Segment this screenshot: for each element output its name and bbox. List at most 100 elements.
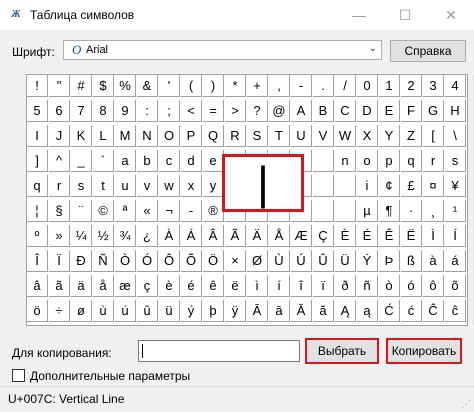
character-cell[interactable]: : [137,100,158,122]
character-cell[interactable]: L [93,125,114,147]
character-cell[interactable]: M [115,125,136,147]
character-cell[interactable]: È [335,225,356,247]
character-cell[interactable]: - [181,200,202,222]
maximize-button[interactable]: ☐ [382,0,428,30]
character-cell[interactable]: à [423,250,444,272]
character-cell[interactable]: P [181,125,202,147]
character-cell[interactable]: Ã [225,225,246,247]
character-cell[interactable]: ÿ [225,300,246,322]
character-cell[interactable]: D [357,100,378,122]
character-cell[interactable]: a [115,150,136,172]
character-cell[interactable]: - [291,75,312,97]
character-cell[interactable]: ¹ [445,200,466,222]
character-cell[interactable]: Ą [335,300,356,322]
character-cell[interactable]: c [159,150,180,172]
character-cell[interactable]: ¼ [71,225,92,247]
character-cell[interactable]: Æ [291,225,312,247]
character-cell[interactable]: ( [181,75,202,97]
character-cell[interactable] [313,150,334,172]
character-cell[interactable]: 2 [401,75,422,97]
character-cell[interactable]: * [225,75,246,97]
character-cell[interactable]: Ü [335,250,356,272]
character-cell[interactable]: ć [401,300,422,322]
character-cell[interactable]: É [357,225,378,247]
character-cell[interactable]: Ô [159,250,180,272]
character-cell[interactable]: Ø [247,250,268,272]
character-cell[interactable]: û [137,300,158,322]
character-cell[interactable]: r [49,175,70,197]
close-button[interactable]: ✕ [428,0,474,30]
character-cell[interactable]: Þ [379,250,400,272]
character-cell[interactable]: J [49,125,70,147]
character-cell[interactable]: \ [445,125,466,147]
character-cell[interactable]: u [115,175,136,197]
character-cell[interactable]: B [313,100,334,122]
character-cell[interactable]: ª [115,200,136,222]
character-cell[interactable]: Ë [401,225,422,247]
minimize-button[interactable]: — [336,0,382,30]
character-cell[interactable]: º [27,225,48,247]
character-cell[interactable]: U [291,125,312,147]
character-cell[interactable]: V [313,125,334,147]
character-cell[interactable]: Ĉ [423,300,444,322]
character-cell[interactable]: À [159,225,180,247]
character-cell[interactable]: K [71,125,92,147]
character-cell[interactable]: Ù [269,250,290,272]
character-cell[interactable]: @ [269,100,290,122]
character-cell[interactable]: ! [27,75,48,97]
character-cell[interactable]: n [335,150,356,172]
character-cell[interactable]: t [93,175,114,197]
character-cell[interactable]: × [225,250,246,272]
character-cell[interactable]: # [71,75,92,97]
character-cell[interactable]: N [137,125,158,147]
character-cell[interactable]: ò [379,275,400,297]
character-cell[interactable]: q [401,150,422,172]
character-cell[interactable]: Ñ [93,250,114,272]
character-cell[interactable]: ï [313,275,334,297]
character-cell[interactable]: Ć [379,300,400,322]
character-cell[interactable]: 0 [357,75,378,97]
character-cell[interactable]: [ [423,125,444,147]
copy-input[interactable] [138,340,300,362]
character-cell[interactable]: Ò [115,250,136,272]
resize-grip-icon[interactable]: ⋰ [461,399,471,410]
character-cell[interactable]: < [181,100,202,122]
character-cell[interactable]: ¾ [115,225,136,247]
character-cell[interactable]: ¶ [379,200,400,222]
character-cell[interactable]: ' [159,75,180,97]
advanced-view-label[interactable]: Дополнительные параметры [30,369,190,383]
character-cell[interactable]: é [181,275,202,297]
character-cell[interactable]: ? [247,100,268,122]
character-cell[interactable]: % [115,75,136,97]
character-cell[interactable]: d [181,150,202,172]
character-cell[interactable]: Z [401,125,422,147]
character-cell[interactable]: Y [379,125,400,147]
character-cell[interactable]: £ [401,175,422,197]
character-cell[interactable]: x [181,175,202,197]
character-cell[interactable]: 6 [49,100,70,122]
character-cell[interactable]: E [379,100,400,122]
character-cell[interactable]: ê [203,275,224,297]
character-cell[interactable]: Ê [379,225,400,247]
character-cell[interactable]: y [203,175,224,197]
character-cell[interactable]: i [357,175,378,197]
character-cell[interactable]: ) [203,75,224,97]
character-cell[interactable]: ® [203,200,224,222]
character-cell[interactable]: ¬ [159,200,180,222]
character-cell[interactable]: ] [27,150,48,172]
character-cell[interactable]: F [401,100,422,122]
character-cell[interactable]: è [159,275,180,297]
character-cell[interactable]: Ä [247,225,268,247]
character-cell[interactable]: $ [93,75,114,97]
character-cell[interactable]: 8 [93,100,114,122]
character-cell[interactable]: / [335,75,356,97]
character-cell[interactable]: . [313,75,334,97]
character-cell[interactable]: C [335,100,356,122]
character-cell[interactable]: å [93,275,114,297]
character-cell[interactable]: T [269,125,290,147]
character-cell[interactable]: ` [93,150,114,172]
select-button[interactable]: Выбрать [305,338,379,364]
character-cell[interactable]: Ý [357,250,378,272]
character-cell[interactable] [335,200,356,222]
character-cell[interactable]: â [27,275,48,297]
